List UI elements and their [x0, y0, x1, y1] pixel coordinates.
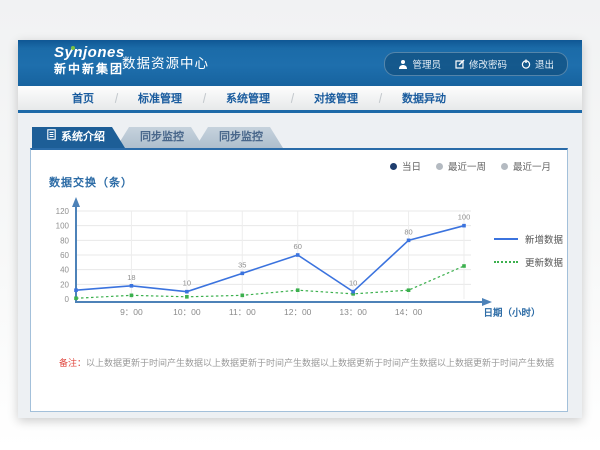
svg-text:12：00: 12：00: [284, 307, 312, 317]
svg-text:11：00: 11：00: [229, 307, 256, 317]
svg-text:10：00: 10：00: [173, 307, 201, 317]
document-icon: [47, 127, 56, 148]
power-icon: [521, 59, 531, 69]
svg-text:0: 0: [65, 295, 70, 304]
svg-text:100: 100: [458, 213, 471, 222]
legend-line-sample-solid: [494, 238, 518, 240]
nav-item-interface-mgmt[interactable]: 对接管理: [292, 90, 380, 106]
svg-text:20: 20: [60, 280, 69, 289]
logo[interactable]: Synjones 新中新集团: [54, 45, 125, 75]
legend-label: 更新数据: [525, 255, 563, 269]
footnote: 备注：以上数据更新于时间产生数据以上数据更新于时间产生数据以上数据更新于时间产生…: [59, 356, 555, 369]
svg-text:10: 10: [349, 279, 357, 288]
legend-item-update-data: 更新数据: [494, 255, 563, 269]
nav-item-system-mgmt[interactable]: 系统管理: [204, 90, 292, 106]
user-label: 管理员: [412, 57, 441, 71]
chart-svg: 0 20 40 60 80 100 120 9：00 10：00 11：00 12：00 13：00 1…: [31, 150, 567, 412]
logout-item[interactable]: 退出: [521, 57, 554, 71]
footnote-prefix: 备注：: [59, 358, 86, 368]
page: Synjones 新中新集团 数据资源中心 管理员 修改密码 退出: [18, 40, 582, 418]
svg-text:日期（小时）: 日期（小时）: [483, 307, 540, 319]
user-toolbar: 管理员 修改密码 退出: [384, 52, 568, 76]
footnote-text: 以上数据更新于时间产生数据以上数据更新于时间产生数据以上数据更新于时间产生数据以…: [86, 358, 555, 368]
svg-text:14：00: 14：00: [395, 307, 423, 317]
user-icon: [398, 59, 408, 69]
tab-system-intro[interactable]: 系统介绍: [32, 127, 125, 148]
svg-text:60: 60: [294, 242, 302, 251]
svg-text:80: 80: [404, 227, 412, 236]
tab-label: 同步监控: [219, 127, 263, 148]
svg-text:80: 80: [60, 236, 69, 245]
tab-sync-monitor-2[interactable]: 同步监控: [195, 127, 283, 148]
svg-text:35: 35: [238, 260, 246, 269]
logout-label: 退出: [535, 57, 554, 71]
change-password-label: 修改密码: [469, 57, 507, 71]
content-area: 系统介绍 同步监控 同步监控 当日 最近一周: [18, 113, 582, 418]
svg-text:10: 10: [183, 279, 191, 288]
chart-legend: 新增数据 更新数据: [494, 232, 563, 278]
svg-text:13：00: 13：00: [339, 307, 367, 317]
nav-item-data-change[interactable]: 数据异动: [380, 90, 468, 106]
tab-label: 系统介绍: [61, 127, 105, 148]
app-title: 数据资源中心: [122, 40, 209, 86]
legend-item-new-data: 新增数据: [494, 232, 563, 246]
svg-text:120: 120: [56, 207, 70, 216]
logo-accent-dot: [71, 46, 75, 50]
user-menu-item[interactable]: 管理员: [398, 57, 441, 71]
svg-text:100: 100: [56, 222, 70, 231]
svg-text:9：00: 9：00: [120, 307, 143, 317]
chart-panel: 当日 最近一周 最近一月 数据交换（条） 0204060801001209：00…: [30, 148, 568, 412]
logo-text: Synjones: [54, 45, 125, 60]
tab-label: 同步监控: [140, 127, 184, 148]
svg-text:40: 40: [60, 266, 69, 275]
nav-item-home[interactable]: 首页: [50, 90, 116, 106]
legend-label: 新增数据: [525, 232, 563, 246]
svg-text:18: 18: [127, 273, 135, 282]
header: Synjones 新中新集团 数据资源中心 管理员 修改密码 退出: [18, 40, 582, 86]
logo-subtext: 新中新集团: [54, 63, 125, 75]
nav-item-standard-mgmt[interactable]: 标准管理: [116, 90, 204, 106]
tab-bar: 系统介绍 同步监控 同步监控: [32, 127, 274, 148]
change-password-item[interactable]: 修改密码: [455, 57, 507, 71]
legend-line-sample-dotted: [494, 261, 518, 263]
tab-sync-monitor-1[interactable]: 同步监控: [116, 127, 204, 148]
edit-icon: [455, 59, 465, 69]
main-nav: 首页 标准管理 系统管理 对接管理 数据异动: [18, 86, 582, 113]
svg-text:60: 60: [60, 251, 69, 260]
